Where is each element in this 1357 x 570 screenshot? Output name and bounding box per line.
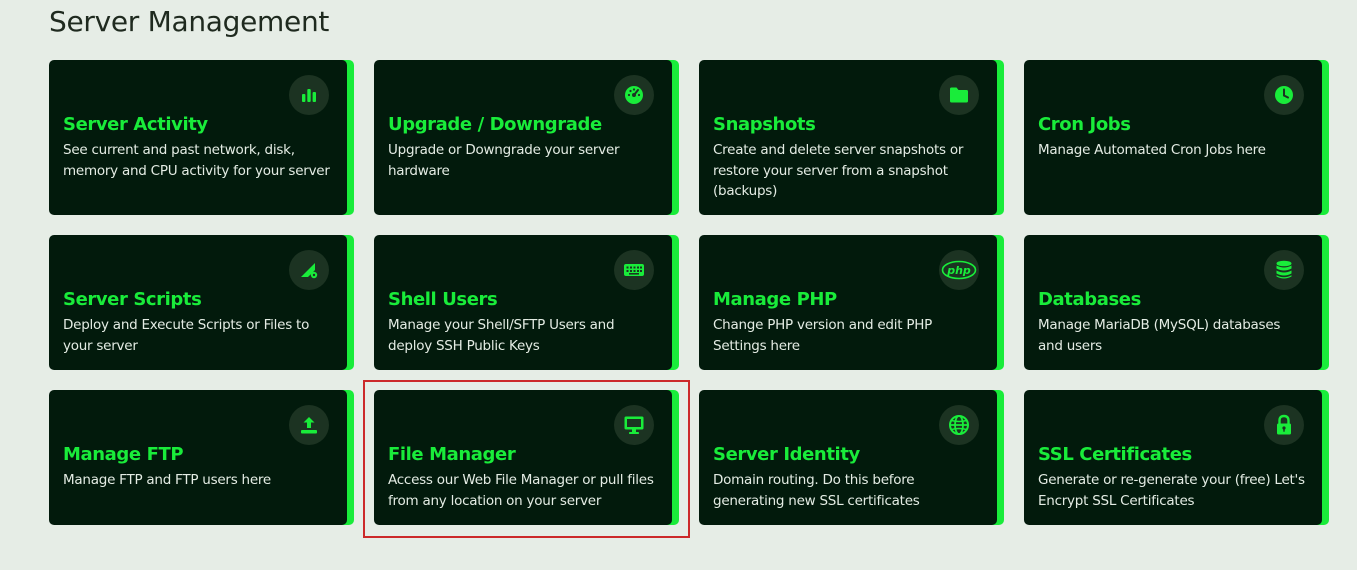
- folder-icon: [939, 75, 979, 115]
- script-gear-icon: [289, 250, 329, 290]
- page-title: Server Management: [49, 5, 330, 38]
- card-title: Cron Jobs: [1038, 114, 1131, 135]
- card-title: Manage FTP: [63, 444, 184, 465]
- lock-icon: [1264, 405, 1304, 445]
- card-description: See current and past network, disk, memo…: [63, 142, 330, 179]
- card-title: Databases: [1038, 289, 1141, 310]
- card-server-scripts[interactable]: Server Scripts Deploy and Execute Script…: [49, 235, 347, 370]
- card-description: Domain routing. Do this before generatin…: [713, 472, 920, 509]
- bar-chart-icon: [289, 75, 329, 115]
- card-description: Generate or re-generate your (free) Let'…: [1038, 472, 1305, 509]
- card-description: Upgrade or Downgrade your server hardwar…: [388, 142, 620, 179]
- card-databases[interactable]: Databases Manage MariaDB (MySQL) databas…: [1024, 235, 1322, 370]
- card-server-identity[interactable]: Server Identity Domain routing. Do this …: [699, 390, 997, 525]
- keyboard-icon: [614, 250, 654, 290]
- card-title: SSL Certificates: [1038, 444, 1192, 465]
- card-title: Snapshots: [713, 114, 816, 135]
- php-icon: php: [939, 250, 979, 290]
- card-description: Change PHP version and edit PHP Settings…: [713, 317, 933, 354]
- card-title: Shell Users: [388, 289, 498, 310]
- card-description: Manage your Shell/SFTP Users and deploy …: [388, 317, 615, 354]
- card-cron-jobs[interactable]: Cron Jobs Manage Automated Cron Jobs her…: [1024, 60, 1322, 215]
- upload-icon: [289, 405, 329, 445]
- clock-icon: [1264, 75, 1304, 115]
- card-manage-ftp[interactable]: Manage FTP Manage FTP and FTP users here: [49, 390, 347, 525]
- card-upgrade-downgrade[interactable]: Upgrade / Downgrade Upgrade or Downgrade…: [374, 60, 672, 215]
- card-title: Manage PHP: [713, 289, 837, 310]
- globe-icon: [939, 405, 979, 445]
- card-description: Manage MariaDB (MySQL) databases and use…: [1038, 317, 1281, 354]
- card-description: Create and delete server snapshots or re…: [713, 142, 964, 199]
- card-description: Access our Web File Manager or pull file…: [388, 472, 654, 509]
- card-ssl-certificates[interactable]: SSL Certificates Generate or re-generate…: [1024, 390, 1322, 525]
- card-title: Server Identity: [713, 444, 860, 465]
- card-snapshots[interactable]: Snapshots Create and delete server snaps…: [699, 60, 997, 215]
- card-file-manager[interactable]: File Manager Access our Web File Manager…: [374, 390, 672, 525]
- monitor-icon: [614, 405, 654, 445]
- svg-text:php: php: [946, 264, 971, 277]
- card-title: Server Activity: [63, 114, 208, 135]
- card-title: Upgrade / Downgrade: [388, 114, 602, 135]
- card-title: Server Scripts: [63, 289, 202, 310]
- card-manage-php[interactable]: php Manage PHP Change PHP version and ed…: [699, 235, 997, 370]
- speedometer-icon: [614, 75, 654, 115]
- card-shell-users[interactable]: Shell Users Manage your Shell/SFTP Users…: [374, 235, 672, 370]
- card-description: Manage Automated Cron Jobs here: [1038, 142, 1266, 158]
- card-description: Manage FTP and FTP users here: [63, 472, 271, 488]
- card-description: Deploy and Execute Scripts or Files to y…: [63, 317, 310, 354]
- database-icon: [1264, 250, 1304, 290]
- card-title: File Manager: [388, 444, 516, 465]
- card-server-activity[interactable]: Server Activity See current and past net…: [49, 60, 347, 215]
